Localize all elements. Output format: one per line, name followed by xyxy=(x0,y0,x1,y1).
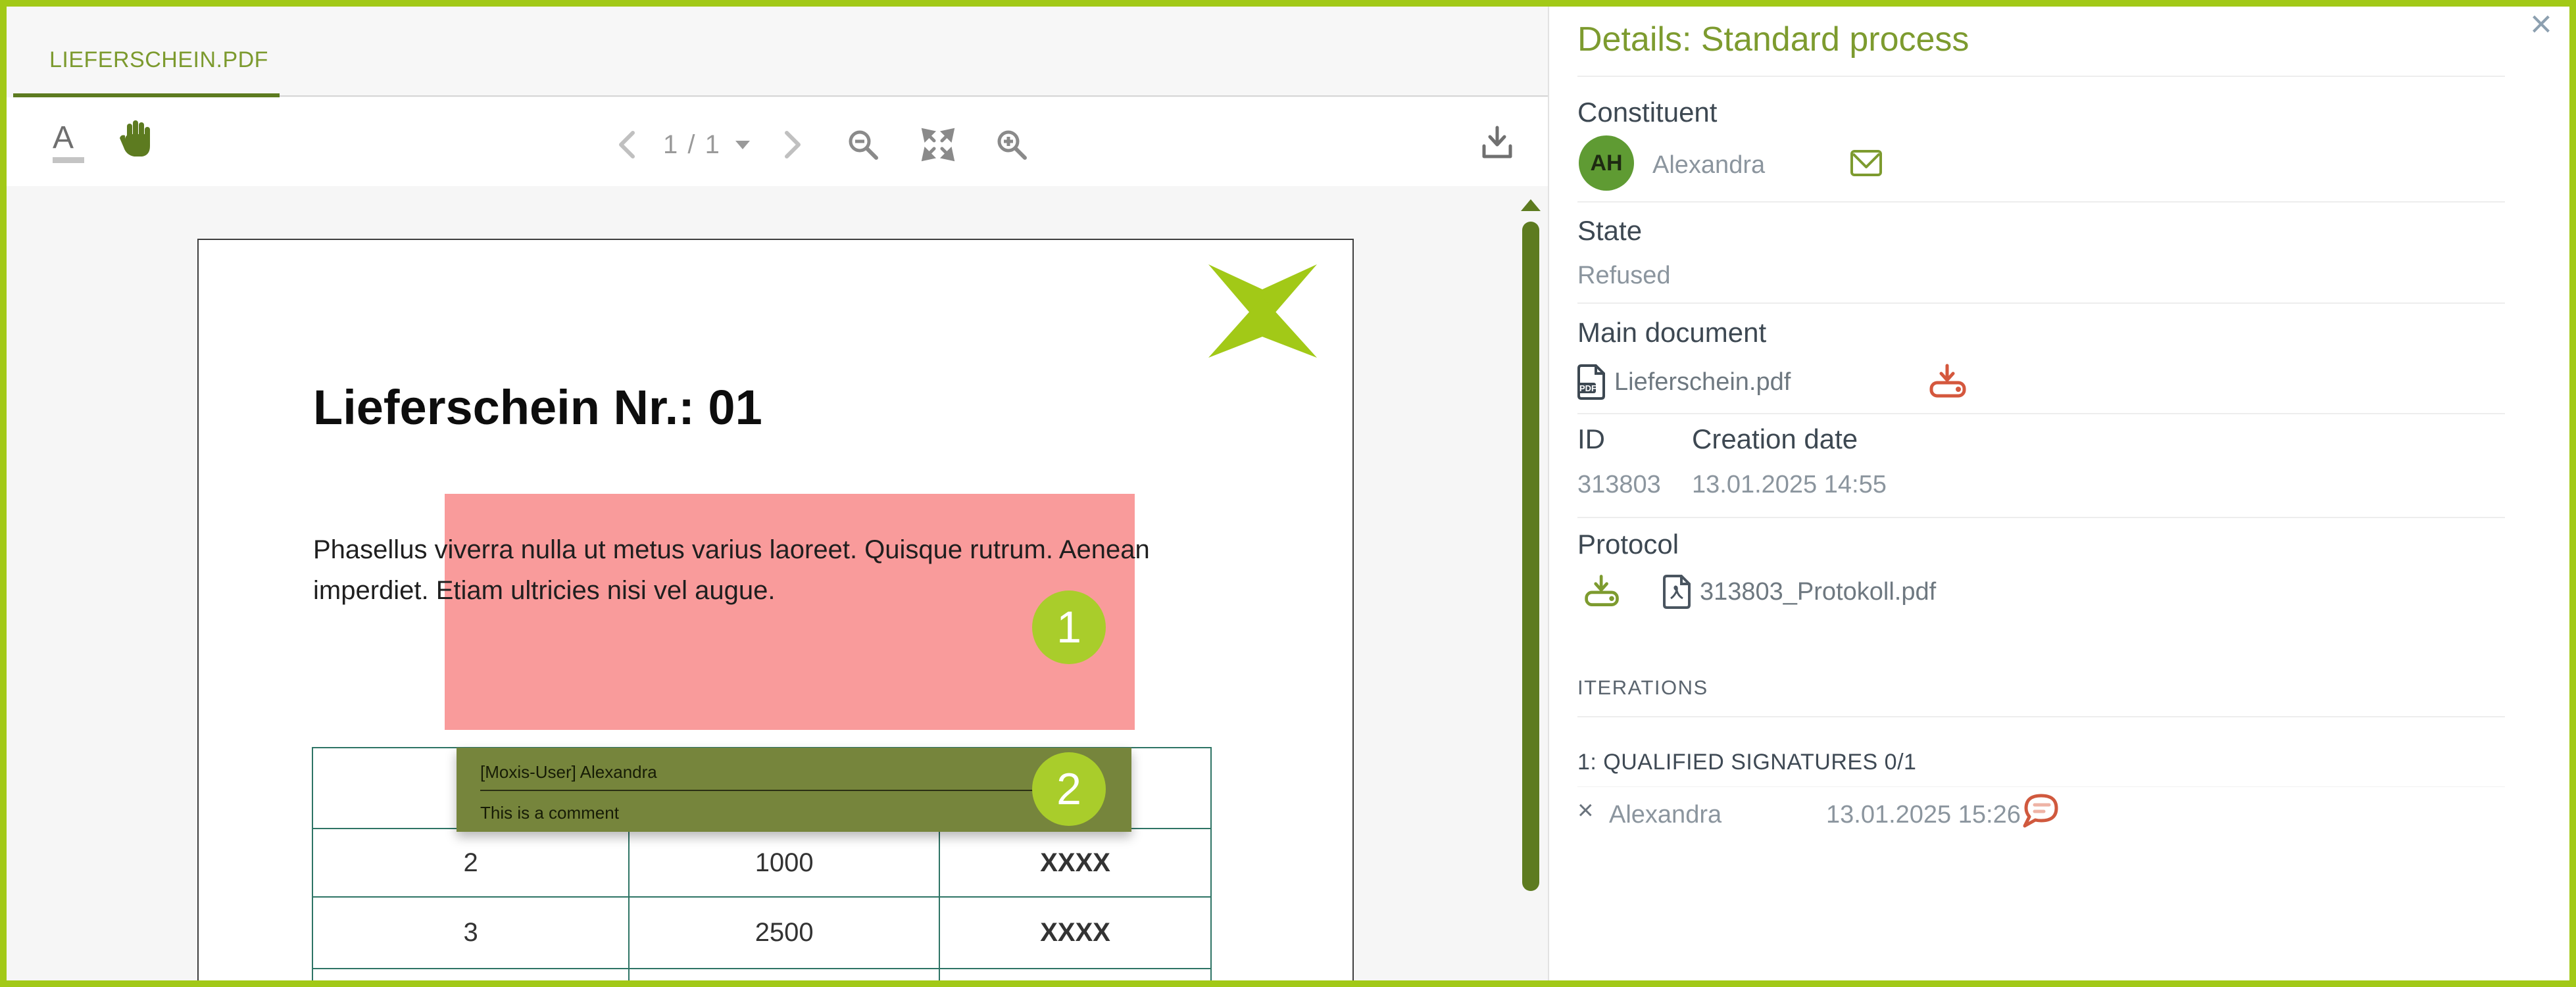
iteration-group-title: 1: QUALIFIED SIGNATURES 0/1 xyxy=(1577,750,1916,775)
details-panel-title: Details: Standard process xyxy=(1577,20,1969,59)
refused-status-icon: × xyxy=(1577,794,1594,826)
download-document-button[interactable] xyxy=(1480,125,1514,160)
creation-date-label: Creation date xyxy=(1692,423,1858,455)
send-email-button[interactable] xyxy=(1850,149,1883,178)
svg-text:PDF: PDF xyxy=(1579,383,1597,393)
divider xyxy=(1577,201,2505,203)
envelope-icon xyxy=(1850,149,1883,178)
document-paragraph: Phasellus viverra nulla ut metus varius … xyxy=(313,529,1150,611)
divider xyxy=(1577,413,2505,414)
iteration-timestamp: 13.01.2025 15:26 xyxy=(1826,801,2021,829)
download-protocol-button[interactable] xyxy=(1583,573,1622,609)
download-icon xyxy=(1480,125,1514,160)
id-label: ID xyxy=(1577,423,1605,455)
badge-number: 1 xyxy=(1056,602,1081,653)
pdf-file-icon: PDF xyxy=(1576,363,1606,401)
protocol-filename: 313803_Protokoll.pdf xyxy=(1700,578,1936,606)
next-page-button[interactable] xyxy=(783,130,803,159)
avatar: AH xyxy=(1579,135,1634,191)
table-row xyxy=(312,969,1211,980)
table-row: 2 1000 XXXX xyxy=(312,829,1211,897)
id-value: 313803 xyxy=(1577,471,1661,499)
annotation-badge-2[interactable]: 2 xyxy=(1032,752,1106,826)
zoom-out-icon xyxy=(846,128,880,162)
pdf-document-icon xyxy=(1662,573,1692,610)
pdf-viewer-area: Lieferschein Nr.: 01 Phasellus viverra n… xyxy=(7,186,1548,980)
zoom-in-button[interactable] xyxy=(995,128,1029,162)
app-window: LIEFERSCHEIN.PDF A 1 / 1 xyxy=(0,0,2576,987)
divider xyxy=(1577,76,2505,77)
tab-lieferschein-pdf[interactable]: LIEFERSCHEIN.PDF xyxy=(49,47,268,73)
creation-date-value: 13.01.2025 14:55 xyxy=(1692,471,1887,499)
iteration-signer-name: Alexandra xyxy=(1609,801,1721,829)
protocol-label: Protocol xyxy=(1577,529,1679,560)
chevron-down-icon[interactable] xyxy=(735,141,750,149)
divider xyxy=(1577,786,2505,787)
table-cell: XXXX xyxy=(939,897,1211,969)
avatar-initials: AH xyxy=(1590,151,1622,176)
comment-body: This is a comment xyxy=(480,803,619,823)
paragraph-line-1: Phasellus viverra nulla ut metus varius … xyxy=(313,529,1150,570)
main-document-file-link[interactable]: PDF Lieferschein.pdf xyxy=(1576,363,1791,401)
paragraph-line-2: imperdiet. Etiam ultricies nisi vel augu… xyxy=(313,570,1150,611)
page-number-display: 1 / 1 xyxy=(663,130,721,159)
divider xyxy=(1577,517,2505,518)
zoom-out-button[interactable] xyxy=(846,128,880,162)
previous-page-button[interactable] xyxy=(617,130,637,159)
expand-icon xyxy=(921,128,955,162)
hand-icon xyxy=(116,118,154,159)
table-cell: 1000 xyxy=(629,829,939,897)
download-main-document-button[interactable] xyxy=(1927,363,1969,400)
main-document-filename: Lieferschein.pdf xyxy=(1614,368,1791,396)
download-tray-green-icon xyxy=(1583,573,1622,609)
page-number-dropdown[interactable]: 1 / 1 xyxy=(663,130,721,160)
badge-number: 2 xyxy=(1056,763,1081,815)
table-cell: 3 xyxy=(312,897,629,969)
iterations-label: ITERATIONS xyxy=(1577,676,1708,700)
scroll-up-arrow[interactable] xyxy=(1521,199,1541,211)
text-annotation-tool-button[interactable]: A xyxy=(53,120,84,163)
comment-author: [Moxis-User] Alexandra xyxy=(480,762,657,782)
main-document-label: Main document xyxy=(1577,317,1766,349)
annotation-badge-1[interactable]: 1 xyxy=(1032,590,1106,664)
pan-tool-button[interactable] xyxy=(116,118,154,159)
color-bar-icon xyxy=(53,157,84,163)
chevron-left-icon xyxy=(617,130,637,159)
table-cell: 2 xyxy=(312,829,629,897)
constituent-name: Alexandra xyxy=(1652,151,1765,180)
table-cell: 2500 xyxy=(629,897,939,969)
download-tray-red-icon xyxy=(1927,363,1969,400)
active-tab-underline xyxy=(13,93,280,97)
view-refusal-comment-button[interactable] xyxy=(2018,792,2064,835)
state-label: State xyxy=(1577,215,1642,247)
document-title: Lieferschein Nr.: 01 xyxy=(313,379,762,435)
state-value: Refused xyxy=(1577,262,1671,290)
chevron-right-icon xyxy=(783,130,803,159)
letter-a-icon: A xyxy=(53,120,84,156)
comment-divider xyxy=(480,790,1099,791)
close-icon: × xyxy=(2530,3,2552,45)
constituent-label: Constituent xyxy=(1577,97,1717,128)
fullscreen-button[interactable] xyxy=(921,128,955,162)
table-cell: XXXX xyxy=(939,829,1211,897)
pdf-toolbar xyxy=(7,97,1548,186)
speech-bubble-icon xyxy=(2018,792,2064,835)
protocol-file-link[interactable]: 313803_Protokoll.pdf xyxy=(1662,573,1936,610)
zoom-in-icon xyxy=(995,128,1029,162)
table-row: 3 2500 XXXX xyxy=(312,897,1211,969)
comment-annotation-popup[interactable]: [Moxis-User] Alexandra This is a comment xyxy=(457,748,1131,832)
pdf-page: Lieferschein Nr.: 01 Phasellus viverra n… xyxy=(197,239,1354,980)
close-button[interactable]: × xyxy=(2530,5,2552,43)
divider xyxy=(1577,716,2505,717)
divider xyxy=(1577,302,2505,304)
tab-bar-divider xyxy=(280,95,1548,97)
scrollbar-thumb[interactable] xyxy=(1522,222,1539,891)
company-logo-icon xyxy=(1208,264,1317,358)
